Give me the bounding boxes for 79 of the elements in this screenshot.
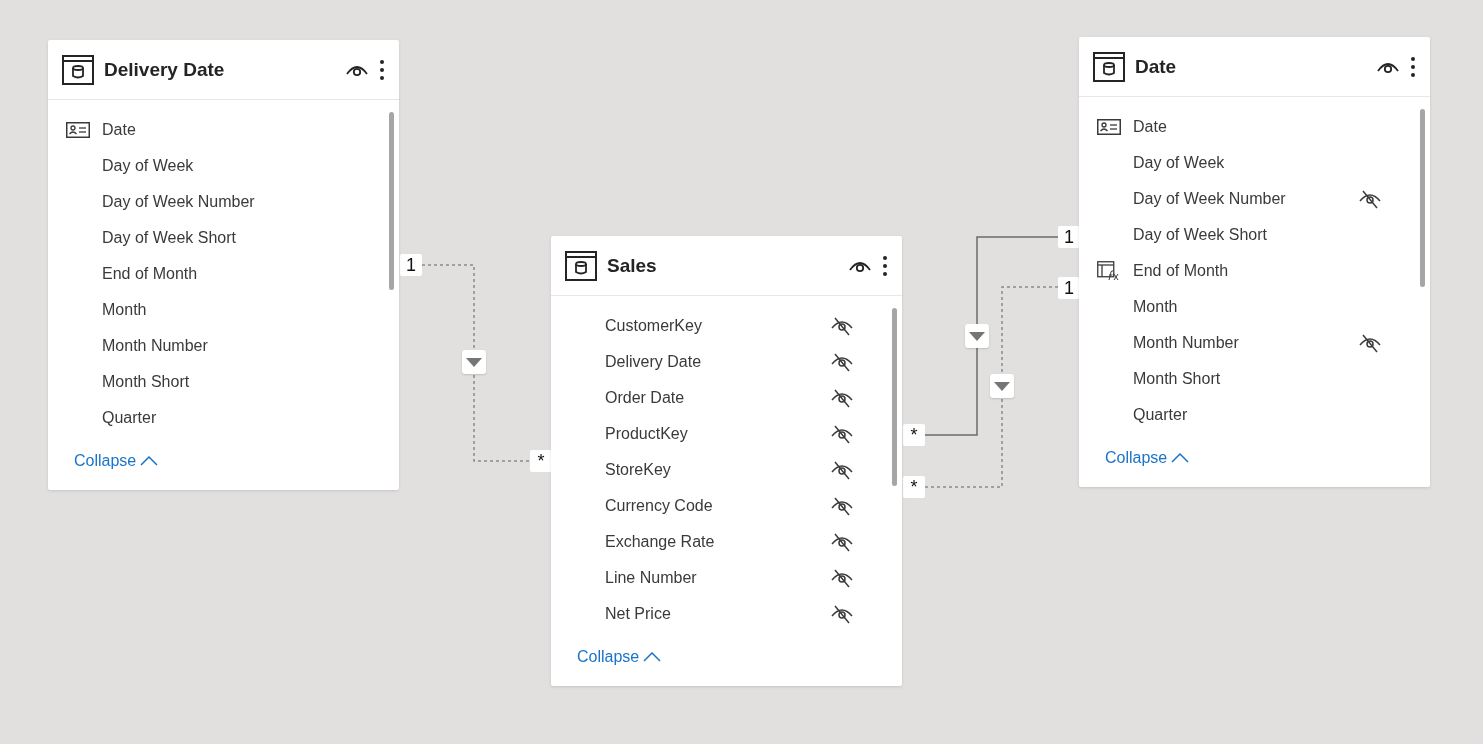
calculated-column-icon	[1097, 261, 1121, 281]
filter-direction-button[interactable]	[990, 374, 1014, 398]
field-name[interactable]: Day of Week Number	[102, 193, 327, 211]
more-icon	[1410, 55, 1416, 78]
more-options-button[interactable]	[1410, 55, 1416, 78]
field-name[interactable]: Day of Week Number	[1133, 190, 1358, 208]
field-name[interactable]: Day of Week	[1133, 154, 1358, 172]
more-icon	[379, 58, 385, 81]
hidden-eye-icon[interactable]	[830, 424, 854, 444]
hidden-eye-icon[interactable]	[830, 604, 854, 624]
table-title: Delivery Date	[104, 58, 226, 81]
field-name[interactable]: Date	[1133, 118, 1358, 136]
filter-direction-button[interactable]	[462, 350, 486, 374]
field-name[interactable]: ProductKey	[605, 425, 830, 443]
field-name[interactable]: Net Price	[605, 605, 830, 623]
more-icon	[882, 254, 888, 277]
scrollbar-thumb[interactable]	[389, 112, 394, 290]
more-options-button[interactable]	[379, 58, 385, 81]
hidden-eye-icon[interactable]	[830, 352, 854, 372]
collapse-link[interactable]: Collapse	[577, 648, 662, 666]
collapse-link[interactable]: Collapse	[1105, 449, 1190, 467]
table-icon	[565, 250, 597, 281]
relationship-line[interactable]	[924, 286, 1059, 488]
cardinality-label: 1	[1058, 277, 1080, 299]
chevron-up-icon	[643, 652, 662, 662]
field-name[interactable]: Month Short	[1133, 370, 1358, 388]
more-options-button[interactable]	[882, 254, 888, 277]
field-name[interactable]: Delivery Date	[605, 353, 830, 371]
field-name[interactable]: End of Month	[102, 265, 327, 283]
field-name[interactable]: StoreKey	[605, 461, 830, 479]
hidden-eye-icon[interactable]	[830, 316, 854, 336]
triangle-down-icon	[466, 357, 482, 367]
cardinality-label: *	[903, 424, 925, 446]
id-card-icon	[66, 122, 90, 138]
field-name[interactable]: Month	[1133, 298, 1358, 316]
field-name[interactable]: End of Month	[1133, 262, 1358, 280]
relationship-line[interactable]	[924, 236, 1059, 436]
field-name[interactable]: Currency Code	[605, 497, 830, 515]
table-title: Sales	[607, 254, 658, 277]
field-name[interactable]: Month Number	[102, 337, 327, 355]
field-name[interactable]: Month Number	[1133, 334, 1358, 352]
field-name[interactable]: Date	[102, 121, 327, 139]
hidden-eye-icon[interactable]	[830, 496, 854, 516]
triangle-down-icon	[994, 381, 1010, 391]
chevron-up-icon	[140, 456, 159, 466]
cardinality-label: 1	[1058, 226, 1080, 248]
hidden-eye-icon[interactable]	[1358, 333, 1382, 353]
collapse-link[interactable]: Collapse	[74, 452, 159, 470]
field-name[interactable]: Month	[102, 301, 327, 319]
field-name[interactable]: CustomerKey	[605, 317, 830, 335]
field-name[interactable]: Quarter	[1133, 406, 1358, 424]
field-name[interactable]: Day of Week Short	[102, 229, 327, 247]
field-name[interactable]: Line Number	[605, 569, 830, 587]
scrollbar-thumb[interactable]	[1420, 109, 1425, 287]
table-card[interactable]: Date Date Day of Week Day of Week Number Day of Week Short End of Month Month Month Number Month Short Quarter Collapse	[1079, 37, 1430, 487]
hidden-eye-icon[interactable]	[830, 388, 854, 408]
chevron-up-icon	[1171, 453, 1190, 463]
field-name[interactable]: Day of Week	[102, 157, 327, 175]
cardinality-label: *	[530, 450, 552, 472]
field-name[interactable]: Order Date	[605, 389, 830, 407]
field-name[interactable]: Day of Week Short	[1133, 226, 1358, 244]
table-card[interactable]: Sales CustomerKey Delivery Date Order Date ProductKey StoreKey Currency Code Exchange Rate Line Number Net Price Collapse	[551, 236, 902, 686]
hidden-eye-icon[interactable]	[1358, 189, 1382, 209]
table-card[interactable]: Delivery Date Date Day of Week Day of Week Number Day of Week Short End of Month Month Month Number Month Short Quarter Collapse	[48, 40, 399, 490]
triangle-down-icon	[969, 331, 985, 341]
hidden-eye-icon[interactable]	[830, 568, 854, 588]
field-name[interactable]: Month Short	[102, 373, 327, 391]
table-icon	[62, 54, 94, 85]
hidden-eye-icon[interactable]	[830, 460, 854, 480]
cardinality-label: 1	[400, 254, 422, 276]
cardinality-label: *	[903, 476, 925, 498]
table-title: Date	[1135, 55, 1178, 78]
field-name[interactable]: Exchange Rate	[605, 533, 830, 551]
table-icon	[1093, 51, 1125, 82]
id-card-icon	[1097, 119, 1121, 135]
field-name[interactable]: Quarter	[102, 409, 327, 427]
scrollbar-thumb[interactable]	[892, 308, 897, 486]
filter-direction-button[interactable]	[965, 324, 989, 348]
hidden-eye-icon[interactable]	[830, 532, 854, 552]
